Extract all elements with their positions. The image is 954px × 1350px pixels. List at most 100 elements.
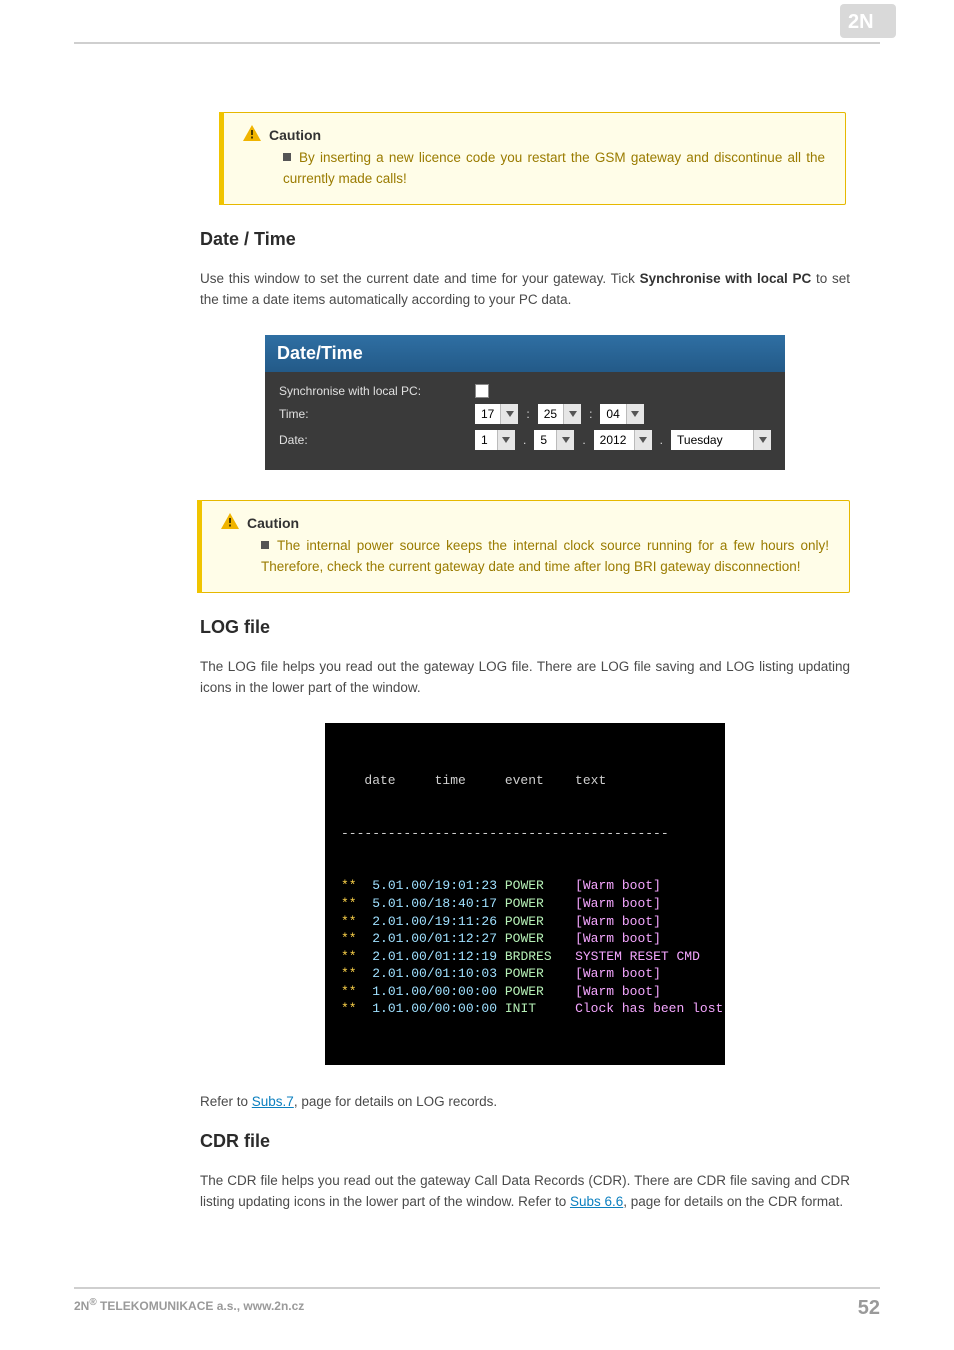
log-datetime: 2.01.00/19:11:26 — [357, 914, 497, 929]
log-event: POWER — [497, 914, 559, 929]
paragraph-log-file: The LOG file helps you read out the gate… — [200, 656, 850, 699]
log-header-row: date time event text — [341, 772, 709, 790]
page-number: 52 — [858, 1297, 880, 1320]
log-row: ** 2.01.00/19:11:26 POWER [Warm boot] — [341, 913, 709, 931]
log-row: ** 5.01.00/19:01:23 POWER [Warm boot] — [341, 877, 709, 895]
date-separator: . — [521, 433, 528, 447]
chevron-down-icon — [626, 404, 644, 424]
log-text: Clock has been lost — [559, 1001, 723, 1016]
paragraph-cdr-file: The CDR file helps you read out the gate… — [200, 1170, 850, 1213]
log-stars: ** — [341, 896, 357, 911]
log-stars: ** — [341, 984, 357, 999]
caution-header: Caution — [221, 513, 829, 532]
chevron-down-icon — [753, 430, 771, 450]
log-text: [Warm boot] — [559, 966, 660, 981]
log-datetime: 5.01.00/18:40:17 — [357, 896, 497, 911]
page-footer: 2N® TELEKOMUNIKACE a.s., www.2n.cz 52 — [74, 1287, 880, 1320]
log-panel: date time event text -------------------… — [325, 723, 725, 1065]
link-subs7[interactable]: Subs.7 — [252, 1094, 294, 1109]
value-hour: 17 — [475, 404, 500, 424]
dropdown-day[interactable]: 1 — [475, 430, 515, 450]
log-stars: ** — [341, 931, 357, 946]
caution-box-licence: Caution By inserting a new licence code … — [222, 112, 846, 205]
value-minute: 25 — [538, 404, 563, 424]
log-event: POWER — [497, 984, 559, 999]
caution-title: Caution — [269, 127, 321, 143]
link-subs66[interactable]: Subs 6.6 — [570, 1194, 623, 1209]
dropdown-minute[interactable]: 25 — [538, 404, 581, 424]
text: TELEKOMUNIKACE a.s., www.2n.cz — [97, 1299, 305, 1313]
log-event: BRDRES — [497, 949, 559, 964]
log-row: ** 2.01.00/01:10:03 POWER [Warm boot] — [341, 965, 709, 983]
value-day: 1 — [475, 430, 497, 450]
chevron-down-icon — [556, 430, 574, 450]
paragraph-date-time: Use this window to set the current date … — [200, 268, 850, 311]
heading-log-file: LOG file — [200, 617, 850, 638]
log-stars: ** — [341, 878, 357, 893]
dropdown-hour[interactable]: 17 — [475, 404, 518, 424]
log-divider: ----------------------------------------… — [341, 825, 709, 843]
dropdown-weekday[interactable]: Tuesday — [671, 430, 771, 450]
row-sync: Synchronise with local PC: — [279, 384, 771, 398]
log-datetime: 5.01.00/19:01:23 — [357, 878, 497, 893]
log-text: [Warm boot] — [559, 931, 660, 946]
caution-accent-bar — [197, 500, 202, 593]
checkbox-sync[interactable] — [475, 384, 489, 398]
dropdown-second[interactable]: 04 — [600, 404, 643, 424]
dropdown-month[interactable]: 5 — [534, 430, 574, 450]
value-second: 04 — [600, 404, 625, 424]
warning-icon — [221, 513, 239, 532]
paragraph-log-ref: Refer to Subs.7, page for details on LOG… — [200, 1091, 850, 1113]
date-separator: . — [580, 433, 587, 447]
caution-text: The internal power source keeps the inte… — [261, 538, 829, 574]
footer-company: 2N® TELEKOMUNIKACE a.s., www.2n.cz — [74, 1297, 304, 1320]
log-stars: ** — [341, 1001, 357, 1016]
log-datetime: 2.01.00/01:12:19 — [357, 949, 497, 964]
log-row: ** 1.01.00/00:00:00 POWER [Warm boot] — [341, 983, 709, 1001]
time-separator: : — [524, 407, 531, 421]
text-sup: ® — [89, 1297, 96, 1308]
time-separator: : — [587, 407, 594, 421]
datetime-panel: Date/Time Synchronise with local PC: Tim… — [265, 335, 785, 470]
dropdown-year[interactable]: 2012 — [594, 430, 652, 450]
caution-header: Caution — [243, 125, 825, 144]
text: 2N — [74, 1299, 89, 1313]
log-stars: ** — [341, 949, 357, 964]
datetime-panel-title: Date/Time — [265, 335, 785, 372]
brand-logo: 2N — [840, 4, 896, 43]
log-row: ** 2.01.00/01:12:27 POWER [Warm boot] — [341, 930, 709, 948]
log-row: ** 2.01.00/01:12:19 BRDRES SYSTEM RESET … — [341, 948, 709, 966]
bullet-icon — [283, 153, 291, 161]
value-month: 5 — [534, 430, 556, 450]
log-stars: ** — [341, 914, 357, 929]
chevron-down-icon — [634, 430, 652, 450]
text: , page for details on the CDR format. — [623, 1194, 843, 1209]
caution-body: The internal power source keeps the inte… — [221, 536, 829, 578]
chevron-down-icon — [500, 404, 518, 424]
heading-date-time: Date / Time — [200, 229, 850, 250]
value-year: 2012 — [594, 430, 634, 450]
chevron-down-icon — [497, 430, 515, 450]
caution-box-clock: Caution The internal power source keeps … — [200, 500, 850, 593]
log-event: POWER — [497, 966, 559, 981]
caution-accent-bar — [219, 112, 224, 205]
log-datetime: 2.01.00/01:12:27 — [357, 931, 497, 946]
log-text: SYSTEM RESET CMD — [559, 949, 699, 964]
caution-text: By inserting a new licence code you rest… — [283, 150, 825, 186]
log-datetime: 2.01.00/01:10:03 — [357, 966, 497, 981]
log-event: INIT — [497, 1001, 559, 1016]
heading-cdr-file: CDR file — [200, 1131, 850, 1152]
log-event: POWER — [497, 896, 559, 911]
log-stars: ** — [341, 966, 357, 981]
header-rule — [74, 42, 880, 44]
log-datetime: 1.01.00/00:00:00 — [357, 984, 497, 999]
text: Use this window to set the current date … — [200, 271, 640, 286]
label-sync: Synchronise with local PC: — [279, 384, 469, 398]
svg-text:2N: 2N — [848, 11, 874, 33]
row-date: Date: 1 . 5 . 2012 . Tuesday — [279, 430, 771, 450]
log-rows-container: ** 5.01.00/19:01:23 POWER [Warm boot]** … — [341, 877, 709, 1017]
log-event: POWER — [497, 878, 559, 893]
text: Refer to — [200, 1094, 252, 1109]
log-event: POWER — [497, 931, 559, 946]
log-text: [Warm boot] — [559, 896, 660, 911]
